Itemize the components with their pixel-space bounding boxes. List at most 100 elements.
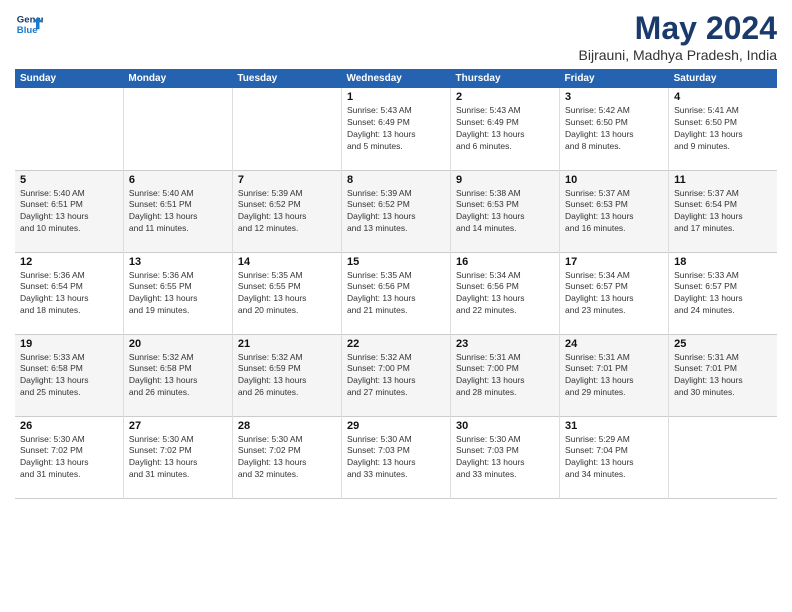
day-number: 29 <box>347 420 445 432</box>
calendar-cell: 27Sunrise: 5:30 AM Sunset: 7:02 PM Dayli… <box>123 416 232 498</box>
calendar-cell: 9Sunrise: 5:38 AM Sunset: 6:53 PM Daylig… <box>451 170 560 252</box>
day-info: Sunrise: 5:36 AM Sunset: 6:54 PM Dayligh… <box>20 270 118 318</box>
day-number: 28 <box>238 420 336 432</box>
day-number: 26 <box>20 420 118 432</box>
calendar-cell: 4Sunrise: 5:41 AM Sunset: 6:50 PM Daylig… <box>669 88 777 170</box>
calendar-cell: 1 Sunrise: 5:43 AM Sunset: 6:49 PM Daylig… <box>341 88 450 170</box>
col-thursday: Thursday <box>451 69 560 88</box>
day-number: 30 <box>456 420 554 432</box>
day-info: Sunrise: 5:31 AM Sunset: 7:00 PM Dayligh… <box>456 352 554 400</box>
calendar-cell: 19 Sunrise: 5:33 AM Sunset: 6:58 PM Dayli… <box>15 334 123 416</box>
table-row: 26 Sunrise: 5:30 AM Sunset: 7:02 PM Dayli… <box>15 416 777 498</box>
day-number: 25 <box>674 338 772 350</box>
col-monday: Monday <box>123 69 232 88</box>
calendar-cell <box>232 88 341 170</box>
day-number: 16 <box>456 256 554 268</box>
day-number: 8 <box>347 174 445 186</box>
svg-text:Blue: Blue <box>17 25 38 36</box>
main-title: May 2024 <box>579 10 777 47</box>
day-number: 24 <box>565 338 663 350</box>
table-row: 12 Sunrise: 5:36 AM Sunset: 6:54 PM Dayli… <box>15 252 777 334</box>
col-saturday: Saturday <box>669 69 777 88</box>
calendar-cell: 31Sunrise: 5:29 AM Sunset: 7:04 PM Dayli… <box>560 416 669 498</box>
calendar-cell: 11Sunrise: 5:37 AM Sunset: 6:54 PM Dayli… <box>669 170 777 252</box>
day-number: 15 <box>347 256 445 268</box>
logo-icon: General Blue <box>15 10 43 38</box>
calendar-cell: 22 Sunrise: 5:32 AM Sunset: 7:00 PM Dayli… <box>341 334 450 416</box>
day-info: Sunrise: 5:37 AM Sunset: 6:53 PM Dayligh… <box>565 188 663 236</box>
calendar-page: General Blue May 2024 Bijrauni, Madhya P… <box>0 0 792 612</box>
day-info: Sunrise: 5:29 AM Sunset: 7:04 PM Dayligh… <box>565 434 663 482</box>
logo: General Blue <box>15 10 43 38</box>
col-sunday: Sunday <box>15 69 123 88</box>
day-info: Sunrise: 5:41 AM Sunset: 6:50 PM Dayligh… <box>674 105 772 153</box>
day-number: 13 <box>129 256 227 268</box>
calendar-cell: 16 Sunrise: 5:34 AM Sunset: 6:56 PM Dayli… <box>451 252 560 334</box>
day-info: Sunrise: 5:30 AM Sunset: 7:03 PM Dayligh… <box>347 434 445 482</box>
day-number: 19 <box>20 338 118 350</box>
day-info: Sunrise: 5:39 AM Sunset: 6:52 PM Dayligh… <box>238 188 336 236</box>
calendar-cell: 15 Sunrise: 5:35 AM Sunset: 6:56 PM Dayli… <box>341 252 450 334</box>
calendar-cell: 18 Sunrise: 5:33 AM Sunset: 6:57 PM Dayli… <box>669 252 777 334</box>
calendar-cell: 5Sunrise: 5:40 AM Sunset: 6:51 PM Daylig… <box>15 170 123 252</box>
day-info: Sunrise: 5:30 AM Sunset: 7:02 PM Dayligh… <box>238 434 336 482</box>
day-info: Sunrise: 5:31 AM Sunset: 7:01 PM Dayligh… <box>565 352 663 400</box>
title-block: May 2024 Bijrauni, Madhya Pradesh, India <box>579 10 777 63</box>
calendar-cell: 24 Sunrise: 5:31 AM Sunset: 7:01 PM Dayli… <box>560 334 669 416</box>
calendar-cell: 13 Sunrise: 5:36 AM Sunset: 6:55 PM Dayli… <box>123 252 232 334</box>
table-row: 19 Sunrise: 5:33 AM Sunset: 6:58 PM Dayli… <box>15 334 777 416</box>
header-row: Sunday Monday Tuesday Wednesday Thursday… <box>15 69 777 88</box>
day-info: Sunrise: 5:30 AM Sunset: 7:02 PM Dayligh… <box>20 434 118 482</box>
day-info: Sunrise: 5:43 AM Sunset: 6:49 PM Dayligh… <box>456 105 554 153</box>
day-info: Sunrise: 5:35 AM Sunset: 6:55 PM Dayligh… <box>238 270 336 318</box>
day-info: Sunrise: 5:33 AM Sunset: 6:57 PM Dayligh… <box>674 270 772 318</box>
calendar-cell: 28 Sunrise: 5:30 AM Sunset: 7:02 PM Dayli… <box>232 416 341 498</box>
day-number: 7 <box>238 174 336 186</box>
calendar-cell: 17Sunrise: 5:34 AM Sunset: 6:57 PM Dayli… <box>560 252 669 334</box>
day-info: Sunrise: 5:34 AM Sunset: 6:56 PM Dayligh… <box>456 270 554 318</box>
calendar-cell: 12 Sunrise: 5:36 AM Sunset: 6:54 PM Dayli… <box>15 252 123 334</box>
calendar-cell: 3 Sunrise: 5:42 AM Sunset: 6:50 PM Daylig… <box>560 88 669 170</box>
day-info: Sunrise: 5:33 AM Sunset: 6:58 PM Dayligh… <box>20 352 118 400</box>
day-number: 9 <box>456 174 554 186</box>
calendar-cell: 23 Sunrise: 5:31 AM Sunset: 7:00 PM Dayli… <box>451 334 560 416</box>
day-info: Sunrise: 5:32 AM Sunset: 7:00 PM Dayligh… <box>347 352 445 400</box>
day-info: Sunrise: 5:30 AM Sunset: 7:03 PM Dayligh… <box>456 434 554 482</box>
calendar-cell: 2Sunrise: 5:43 AM Sunset: 6:49 PM Daylig… <box>451 88 560 170</box>
day-number: 22 <box>347 338 445 350</box>
calendar-cell: 21Sunrise: 5:32 AM Sunset: 6:59 PM Dayli… <box>232 334 341 416</box>
col-tuesday: Tuesday <box>232 69 341 88</box>
calendar-table: Sunday Monday Tuesday Wednesday Thursday… <box>15 69 777 499</box>
day-info: Sunrise: 5:40 AM Sunset: 6:51 PM Dayligh… <box>20 188 118 236</box>
calendar-cell: 14Sunrise: 5:35 AM Sunset: 6:55 PM Dayli… <box>232 252 341 334</box>
calendar-cell: 10Sunrise: 5:37 AM Sunset: 6:53 PM Dayli… <box>560 170 669 252</box>
day-info: Sunrise: 5:39 AM Sunset: 6:52 PM Dayligh… <box>347 188 445 236</box>
day-info: Sunrise: 5:30 AM Sunset: 7:02 PM Dayligh… <box>129 434 227 482</box>
col-wednesday: Wednesday <box>341 69 450 88</box>
day-number: 23 <box>456 338 554 350</box>
day-info: Sunrise: 5:37 AM Sunset: 6:54 PM Dayligh… <box>674 188 772 236</box>
day-info: Sunrise: 5:36 AM Sunset: 6:55 PM Dayligh… <box>129 270 227 318</box>
calendar-cell <box>669 416 777 498</box>
calendar-cell: 25 Sunrise: 5:31 AM Sunset: 7:01 PM Dayli… <box>669 334 777 416</box>
col-friday: Friday <box>560 69 669 88</box>
day-number: 12 <box>20 256 118 268</box>
day-number: 21 <box>238 338 336 350</box>
day-number: 1 <box>347 91 445 103</box>
day-info: Sunrise: 5:43 AM Sunset: 6:49 PM Dayligh… <box>347 105 445 153</box>
day-number: 20 <box>129 338 227 350</box>
day-number: 3 <box>565 91 663 103</box>
day-info: Sunrise: 5:42 AM Sunset: 6:50 PM Dayligh… <box>565 105 663 153</box>
subtitle: Bijrauni, Madhya Pradesh, India <box>579 47 777 63</box>
table-row: 1 Sunrise: 5:43 AM Sunset: 6:49 PM Daylig… <box>15 88 777 170</box>
day-info: Sunrise: 5:35 AM Sunset: 6:56 PM Dayligh… <box>347 270 445 318</box>
day-info: Sunrise: 5:40 AM Sunset: 6:51 PM Dayligh… <box>129 188 227 236</box>
table-row: 5Sunrise: 5:40 AM Sunset: 6:51 PM Daylig… <box>15 170 777 252</box>
calendar-cell: 7 Sunrise: 5:39 AM Sunset: 6:52 PM Daylig… <box>232 170 341 252</box>
day-info: Sunrise: 5:32 AM Sunset: 6:58 PM Dayligh… <box>129 352 227 400</box>
calendar-cell: 20 Sunrise: 5:32 AM Sunset: 6:58 PM Dayli… <box>123 334 232 416</box>
calendar-cell <box>123 88 232 170</box>
day-number: 17 <box>565 256 663 268</box>
day-number: 18 <box>674 256 772 268</box>
day-info: Sunrise: 5:31 AM Sunset: 7:01 PM Dayligh… <box>674 352 772 400</box>
